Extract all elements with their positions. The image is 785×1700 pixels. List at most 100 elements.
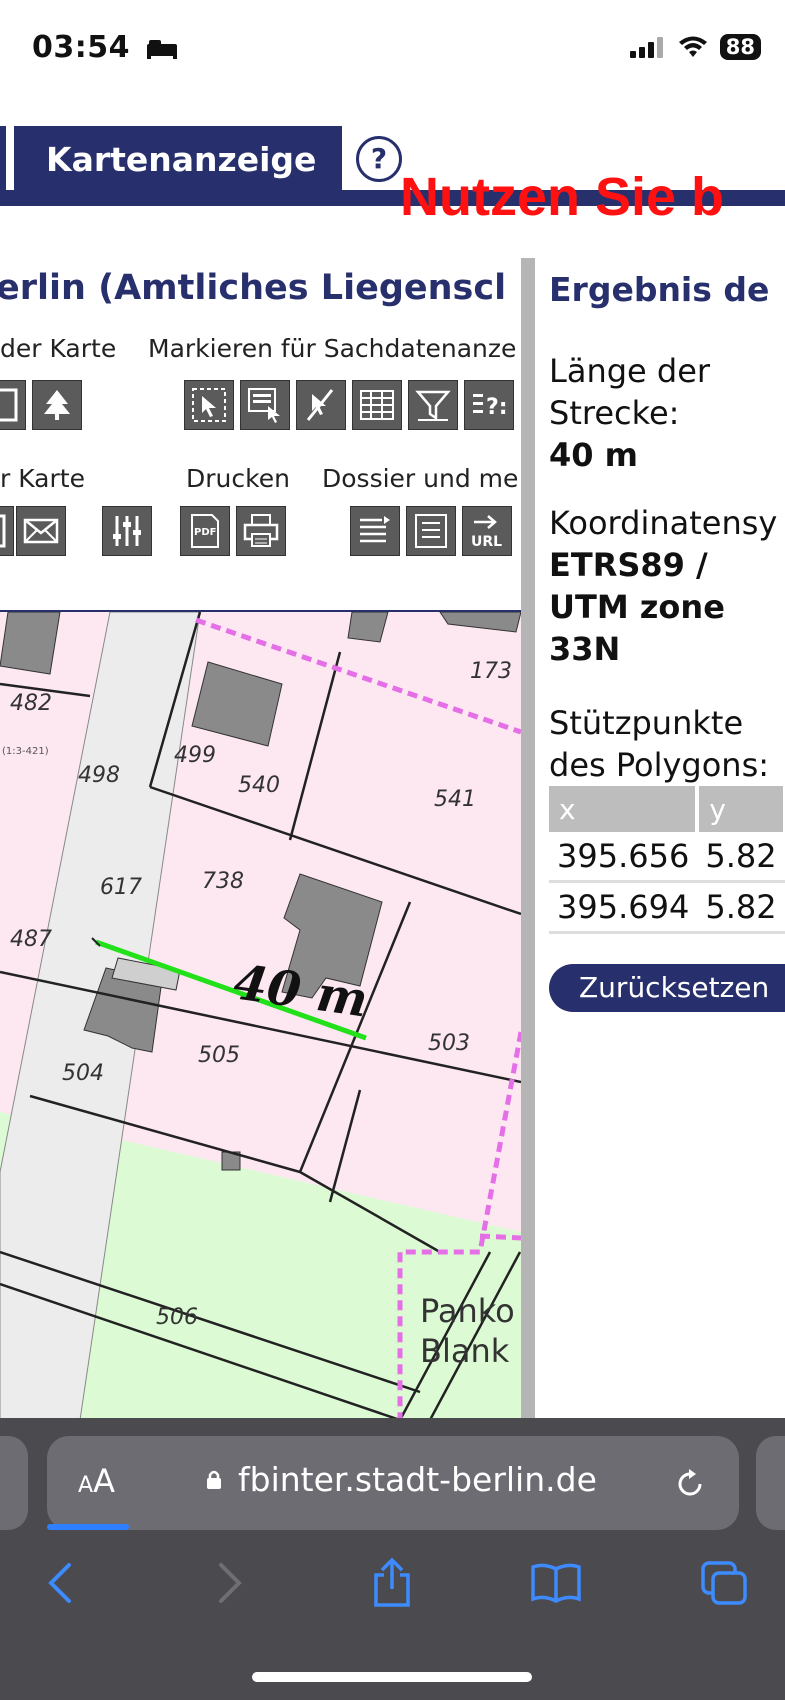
parcel-number: 503 <box>428 1031 470 1056</box>
layers-icon <box>0 388 18 422</box>
query-icon: ?: <box>473 394 508 420</box>
length-label-line: Strecke: <box>549 394 680 432</box>
select-point-button[interactable] <box>184 380 234 430</box>
length-label-line: Länge der <box>549 352 711 390</box>
table-icon <box>360 390 394 420</box>
home-indicator <box>252 1672 532 1682</box>
column-header-y: y <box>697 786 785 832</box>
crs-value-line: ETRS89 / <box>549 546 708 584</box>
reload-icon[interactable] <box>672 1466 708 1502</box>
crs-label: Koordinatensy <box>549 504 778 542</box>
svg-text:URL: URL <box>471 534 502 550</box>
select-rectangle-button[interactable] <box>240 380 290 430</box>
panel-splitter[interactable] <box>521 258 535 1418</box>
back-button[interactable] <box>30 1558 90 1608</box>
parcel-number: 498 <box>78 763 120 788</box>
parcel-number: 499 <box>174 743 216 768</box>
page-load-progress <box>47 1524 129 1530</box>
result-title: Ergebnis de <box>549 270 770 309</box>
email-button[interactable] <box>16 506 66 556</box>
column-header-x: x <box>549 786 700 832</box>
result-panel: Ergebnis de Länge der Strecke: 40 m Koor… <box>535 258 785 1418</box>
parcel-number: 540 <box>238 773 280 798</box>
toolbar-label-dossier: Dossier und me <box>322 464 519 493</box>
status-time: 03:54 <box>32 30 179 65</box>
toolbar-label-print: Drucken <box>186 464 290 493</box>
parcel-number: 504 <box>62 1061 104 1086</box>
parcel-number: 482 <box>10 691 52 716</box>
building <box>0 611 61 675</box>
notice-banner: Nutzen Sie b <box>400 167 725 227</box>
toolbar-label-share: r Karte <box>0 464 85 493</box>
table-row: 395.656 5.82 <box>549 832 785 883</box>
bookmarks-button[interactable] <box>526 1558 586 1608</box>
tab-kartenanzeige[interactable]: Kartenanzeige <box>14 126 342 190</box>
filter-icon <box>415 390 451 421</box>
cell-y: 5.82 <box>697 832 785 883</box>
share-icon <box>0 514 6 548</box>
svg-text:PDF: PDF <box>194 527 216 538</box>
settings-button[interactable] <box>102 506 152 556</box>
printer-icon <box>243 514 279 547</box>
chevron-left-icon <box>48 1563 71 1603</box>
parcel-number: 505 <box>198 1043 240 1068</box>
share-icon <box>374 1557 410 1607</box>
toolbar-label-mark: Markieren für Sachdatenanze <box>148 334 517 363</box>
parcel-small-label: (1:3-421) <box>2 746 49 757</box>
map-panel: erlin (Amtliches Liegenscl der Karte Mar… <box>0 258 521 1418</box>
previous-tab-pill[interactable] <box>0 1436 28 1530</box>
cell-x: 395.656 <box>549 832 698 883</box>
layers-tool-button[interactable] <box>0 380 26 430</box>
help-icon[interactable]: ? <box>356 136 402 182</box>
cell-y: 5.82 <box>697 881 785 934</box>
forward-button[interactable] <box>200 1558 260 1608</box>
cadastral-map[interactable]: 482 499 498 540 541 173 617 738 487 505 … <box>0 610 521 1418</box>
report-list-button[interactable] <box>406 506 456 556</box>
query-info-button[interactable]: ?: <box>464 380 514 430</box>
table-row: 395.694 5.82 <box>549 881 785 934</box>
text-size-button[interactable]: AAAA <box>78 1462 115 1500</box>
share-button[interactable] <box>362 1557 422 1608</box>
rectangle-select-icon <box>248 388 280 423</box>
parcel-number: 617 <box>100 875 142 900</box>
sleep-mode-icon <box>146 39 177 59</box>
vertices-label-line: Stützpunkte <box>549 704 744 742</box>
panel-title: erlin (Amtliches Liegenscl <box>0 268 507 308</box>
crs-value-line: UTM zone <box>549 588 725 626</box>
cellular-signal-icon <box>629 37 663 58</box>
next-tab-pill[interactable] <box>756 1436 785 1530</box>
clear-selection-icon <box>306 389 334 421</box>
parcel-number: 738 <box>202 869 244 894</box>
tree-icon <box>44 390 70 420</box>
tabs-button[interactable] <box>694 1558 754 1608</box>
wifi-icon <box>678 36 707 57</box>
filter-button[interactable] <box>408 380 458 430</box>
print-pdf-button[interactable]: PDF <box>180 506 230 556</box>
battery-indicator: 88 <box>719 34 761 60</box>
data-table-button[interactable] <box>352 380 402 430</box>
share-tool-button[interactable] <box>0 506 14 556</box>
previous-tab[interactable] <box>0 126 9 190</box>
list-icon <box>415 514 447 548</box>
place-name: Blank <box>420 1332 510 1370</box>
crs-value: ETRS89 / UTM zone 33N <box>549 544 725 670</box>
lock-icon <box>207 1470 221 1489</box>
parcel-number: 173 <box>470 659 512 684</box>
parcel-number: 541 <box>434 787 476 812</box>
clear-selection-button[interactable] <box>296 380 346 430</box>
overview-tool-button[interactable] <box>32 380 82 430</box>
dossier-button[interactable] <box>350 506 400 556</box>
parcel-number: 487 <box>10 927 52 952</box>
cursor-select-icon <box>192 388 226 422</box>
url-text[interactable]: fbinter.stadt-berlin.de <box>238 1460 597 1499</box>
length-label: Länge der Strecke: <box>549 350 710 434</box>
url-link-button[interactable]: URL <box>462 506 512 556</box>
crs-value-line: 33N <box>549 630 621 668</box>
print-button[interactable] <box>236 506 286 556</box>
length-value: 40 m <box>549 436 639 474</box>
sliders-icon <box>113 516 141 546</box>
map-canvas[interactable]: 482 499 498 540 541 173 617 738 487 505 … <box>0 611 521 1418</box>
envelope-icon <box>23 518 59 544</box>
status-indicators: 88 <box>629 34 761 60</box>
reset-button[interactable]: Zurücksetzen <box>549 964 785 1012</box>
